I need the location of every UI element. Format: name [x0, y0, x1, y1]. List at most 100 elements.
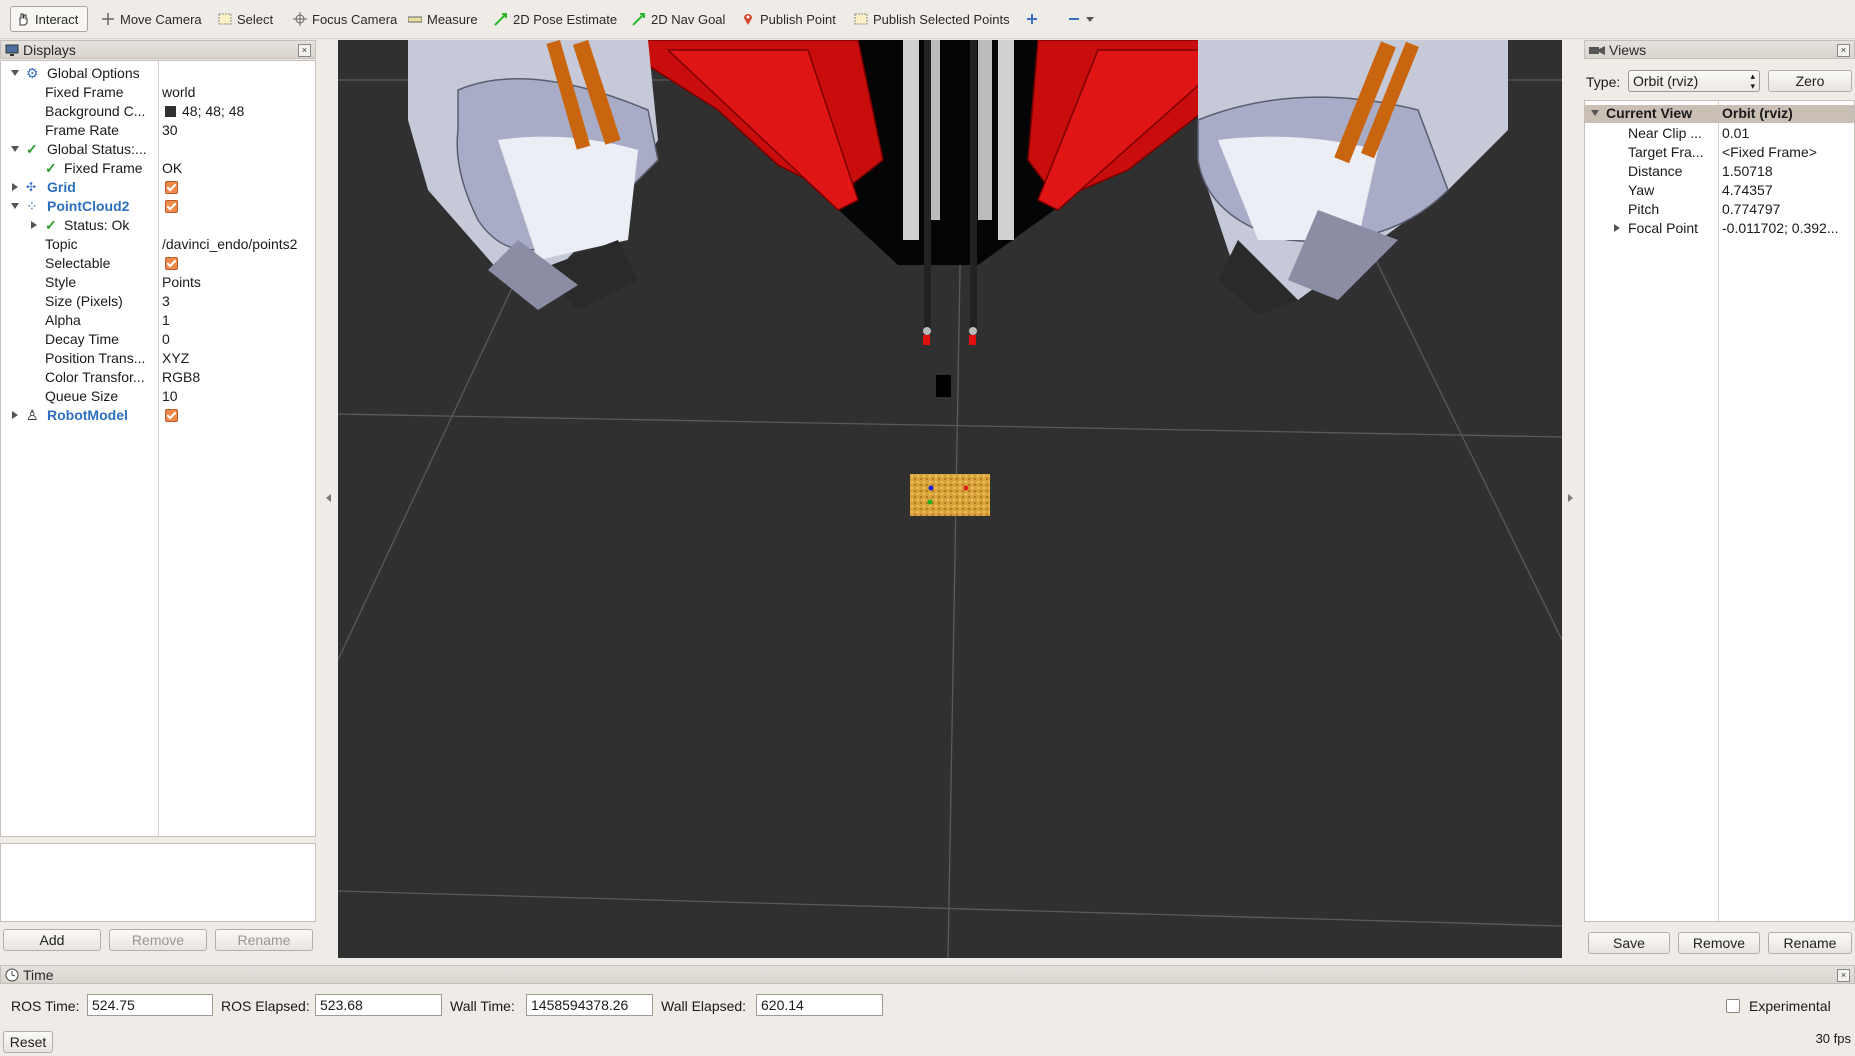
check-icon: ✓: [26, 141, 38, 157]
publish-selected-points-tool[interactable]: Publish Selected Points: [849, 6, 1015, 32]
pose-estimate-tool[interactable]: 2D Pose Estimate: [489, 6, 622, 32]
selectable-checkbox[interactable]: [165, 257, 178, 270]
hand-icon: [19, 13, 28, 26]
pose-estimate-label: 2D Pose Estimate: [513, 11, 618, 27]
wall-elapsed-label: Wall Elapsed:: [661, 998, 747, 1014]
map-pin-icon: [744, 14, 752, 25]
pointcloud-icon: ⁘: [26, 198, 38, 214]
view-row-pitch[interactable]: Pitch 0.774797: [1585, 201, 1854, 217]
add-tool-button[interactable]: [1020, 6, 1044, 32]
measure-tool[interactable]: Measure: [403, 6, 483, 32]
rename-display-button[interactable]: Rename: [215, 929, 313, 951]
reset-button[interactable]: Reset: [3, 1031, 53, 1053]
check-icon: ✓: [45, 160, 57, 176]
wall-elapsed-field[interactable]: 620.14: [756, 994, 883, 1016]
grid-enabled-checkbox[interactable]: [165, 181, 178, 194]
remove-tool-button[interactable]: [1062, 6, 1099, 32]
plus-icon: [1027, 14, 1037, 24]
select-box-icon: [854, 13, 868, 25]
robotmodel-enabled-checkbox[interactable]: [165, 409, 178, 422]
select-box-icon: [218, 13, 232, 25]
experimental-label: Experimental: [1749, 998, 1831, 1014]
move-camera-label: Move Camera: [120, 11, 202, 27]
minus-icon: [1069, 18, 1079, 20]
ros-time-label: ROS Time:: [11, 998, 80, 1014]
display-row-position-transformer[interactable]: Position Trans... XYZ: [1, 350, 315, 366]
close-icon[interactable]: ×: [1837, 969, 1850, 982]
add-display-button[interactable]: Add: [3, 929, 101, 951]
rename-view-button[interactable]: Rename: [1768, 932, 1852, 954]
3d-viewport[interactable]: [338, 40, 1562, 958]
remove-display-button[interactable]: Remove: [109, 929, 207, 951]
fps-readout: 30 fps: [1815, 1031, 1851, 1046]
wall-time-label: Wall Time:: [450, 998, 515, 1014]
column-divider: [158, 61, 159, 836]
display-row-queue-size[interactable]: Queue Size 10: [1, 388, 315, 404]
displays-tree: ⚙ Global Options Fixed Frame world Backg…: [0, 60, 316, 837]
right-gripper-mesh: [1197, 40, 1508, 315]
gear-icon: ⚙: [26, 65, 39, 81]
display-row-pointcloud2[interactable]: ⁘ PointCloud2: [1, 198, 315, 214]
measure-label: Measure: [427, 11, 478, 27]
zero-button[interactable]: Zero: [1768, 70, 1852, 92]
views-header: Views ×: [1584, 40, 1855, 59]
experimental-checkbox[interactable]: [1726, 999, 1740, 1013]
point-cloud-patch: [910, 474, 990, 516]
close-icon[interactable]: ×: [1837, 44, 1850, 57]
display-row-background-color[interactable]: Background C... 48; 48; 48: [1, 103, 315, 119]
view-row-target-frame[interactable]: Target Fra... <Fixed Frame>: [1585, 144, 1854, 160]
focus-camera-tool[interactable]: Focus Camera: [288, 6, 402, 32]
display-row-grid[interactable]: ✣ Grid: [1, 179, 315, 195]
grid-icon: ✣: [26, 180, 37, 194]
scene-render: [338, 40, 1562, 958]
ros-time-field[interactable]: 524.75: [87, 994, 213, 1016]
views-title: Views: [1609, 41, 1647, 58]
chevron-down-icon: [1086, 17, 1094, 22]
view-type-label: Type:: [1586, 74, 1621, 90]
interact-tool[interactable]: Interact: [10, 6, 88, 32]
ros-elapsed-label: ROS Elapsed:: [221, 998, 310, 1014]
display-row-robotmodel[interactable]: ♙ RobotModel: [1, 407, 315, 423]
left-gripper-mesh: [408, 40, 659, 310]
camera-icon: [1589, 45, 1605, 55]
move-camera-tool[interactable]: Move Camera: [96, 6, 207, 32]
display-row-status-fixed-frame[interactable]: ✓ Fixed Frame OK: [1, 160, 315, 176]
display-row-style[interactable]: Style Points: [1, 274, 315, 290]
view-row-distance[interactable]: Distance 1.50718: [1585, 163, 1854, 179]
display-row-status-ok[interactable]: ✓ Status: Ok: [1, 217, 315, 233]
display-row-global-status[interactable]: ✓ Global Status:...: [1, 141, 315, 157]
collapse-left-handle[interactable]: [326, 494, 331, 502]
display-row-color-transformer[interactable]: Color Transfor... RGB8: [1, 369, 315, 385]
view-type-select[interactable]: Orbit (rviz) ▴ ▾: [1628, 70, 1760, 92]
display-row-selectable[interactable]: Selectable: [1, 255, 315, 271]
ruler-icon: [408, 16, 422, 23]
display-row-topic[interactable]: Topic /davinci_endo/points2: [1, 236, 315, 252]
nav-goal-tool[interactable]: 2D Nav Goal: [627, 6, 730, 32]
view-row-yaw[interactable]: Yaw 4.74357: [1585, 182, 1854, 198]
ros-elapsed-field[interactable]: 523.68: [315, 994, 442, 1016]
view-row-focal-point[interactable]: Focal Point -0.011702; 0.392...: [1585, 220, 1854, 236]
publish-point-tool[interactable]: Publish Point: [736, 6, 841, 32]
remove-view-button[interactable]: Remove: [1678, 932, 1760, 954]
displays-header: Displays ×: [0, 40, 316, 59]
display-row-global-options[interactable]: ⚙ Global Options: [1, 65, 315, 81]
current-view-row[interactable]: Current View Orbit (rviz): [1585, 105, 1854, 123]
display-row-size[interactable]: Size (Pixels) 3: [1, 293, 315, 309]
display-row-decay-time[interactable]: Decay Time 0: [1, 331, 315, 347]
check-icon: ✓: [45, 217, 57, 233]
time-title: Time: [23, 966, 54, 983]
collapse-right-handle[interactable]: [1568, 494, 1573, 502]
wall-time-field[interactable]: 1458594378.26: [526, 994, 653, 1016]
views-tree: Current View Orbit (rviz) Near Clip ... …: [1584, 100, 1855, 922]
save-view-button[interactable]: Save: [1588, 932, 1670, 954]
monitor-icon: [5, 44, 19, 56]
close-icon[interactable]: ×: [298, 44, 311, 57]
view-row-near-clip[interactable]: Near Clip ... 0.01: [1585, 125, 1854, 141]
pointcloud-enabled-checkbox[interactable]: [165, 200, 178, 213]
move-icon: [102, 13, 114, 25]
display-row-frame-rate[interactable]: Frame Rate 30: [1, 122, 315, 138]
display-row-fixed-frame[interactable]: Fixed Frame world: [1, 84, 315, 100]
displays-title: Displays: [23, 41, 76, 58]
display-row-alpha[interactable]: Alpha 1: [1, 312, 315, 328]
select-tool[interactable]: Select: [213, 6, 278, 32]
